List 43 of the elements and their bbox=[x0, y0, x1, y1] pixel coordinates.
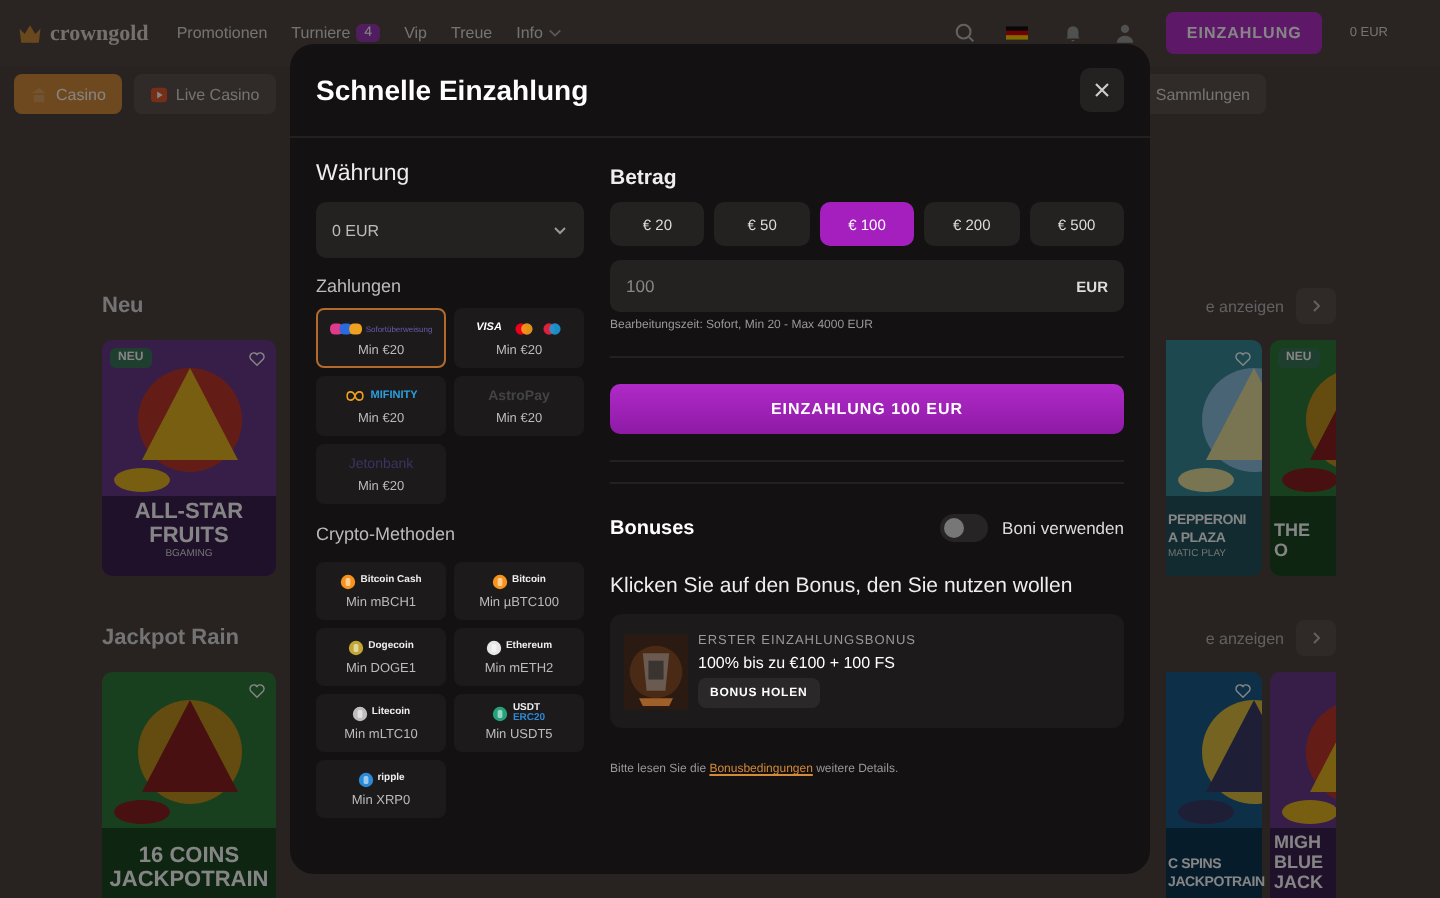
game-tile[interactable]: 16 COINS JACKPOTRAIN bbox=[102, 672, 276, 898]
chevron-right-icon bbox=[1308, 298, 1324, 314]
heart-icon[interactable] bbox=[1234, 350, 1252, 368]
bell-icon[interactable] bbox=[1062, 22, 1085, 44]
maestro-icon bbox=[541, 321, 562, 335]
mastercard-icon bbox=[513, 321, 534, 335]
game-title: ALL-STAR bbox=[134, 500, 244, 524]
game-title: O bbox=[1274, 540, 1289, 560]
deposit-submit-button[interactable]: EINZAHLUNG 100 EUR bbox=[610, 384, 1124, 434]
payments-label: Zahlungen bbox=[316, 276, 404, 296]
bonus-offer: 100% bis zu €100 + 100 FS bbox=[698, 654, 896, 672]
heart-icon[interactable] bbox=[248, 350, 266, 368]
payment-logo-icon bbox=[329, 321, 362, 335]
game-title: JACKPOTRAIN bbox=[109, 868, 269, 892]
dialog-title: Schnelle Einzahlung bbox=[316, 74, 589, 106]
bonus-toggle[interactable] bbox=[940, 514, 989, 542]
close-icon bbox=[1092, 80, 1112, 100]
chevron-down-icon bbox=[552, 222, 568, 238]
german-flag-icon[interactable] bbox=[1006, 26, 1029, 40]
close-button[interactable] bbox=[1080, 68, 1124, 112]
currency-label: Währung bbox=[316, 162, 412, 186]
section-title: Neu bbox=[102, 294, 144, 318]
section-title: Jackpot Rain bbox=[102, 626, 239, 650]
currency-select[interactable]: 0 EUR bbox=[316, 202, 584, 258]
heart-icon[interactable] bbox=[1234, 682, 1252, 700]
bonuses-title: Bonuses bbox=[610, 517, 695, 539]
heart-icon[interactable] bbox=[248, 682, 266, 700]
play-icon bbox=[149, 85, 168, 103]
user-icon[interactable] bbox=[1114, 22, 1137, 44]
game-title: 16 COINS bbox=[138, 844, 240, 868]
infinity-icon bbox=[344, 390, 367, 402]
game-title: JACK bbox=[1274, 872, 1324, 892]
crypto-label: Crypto-Methoden bbox=[316, 524, 458, 544]
chevron-right-icon bbox=[1308, 630, 1324, 646]
amount-label: Betrag bbox=[610, 166, 679, 190]
game-title: BLUE bbox=[1274, 852, 1323, 872]
game-title: THE bbox=[1274, 520, 1310, 540]
toggle-label: Boni verwenden bbox=[1002, 518, 1124, 538]
bonus-prompt: Klicken Sie auf den Bonus, den Sie nutzen wollen bbox=[610, 574, 1075, 598]
game-title: MIGH bbox=[1274, 832, 1321, 852]
game-title: FRUITS bbox=[149, 524, 229, 548]
game-tile[interactable]: MIGH BLUE JACK bbox=[1270, 672, 1336, 898]
search-icon[interactable] bbox=[954, 22, 977, 44]
